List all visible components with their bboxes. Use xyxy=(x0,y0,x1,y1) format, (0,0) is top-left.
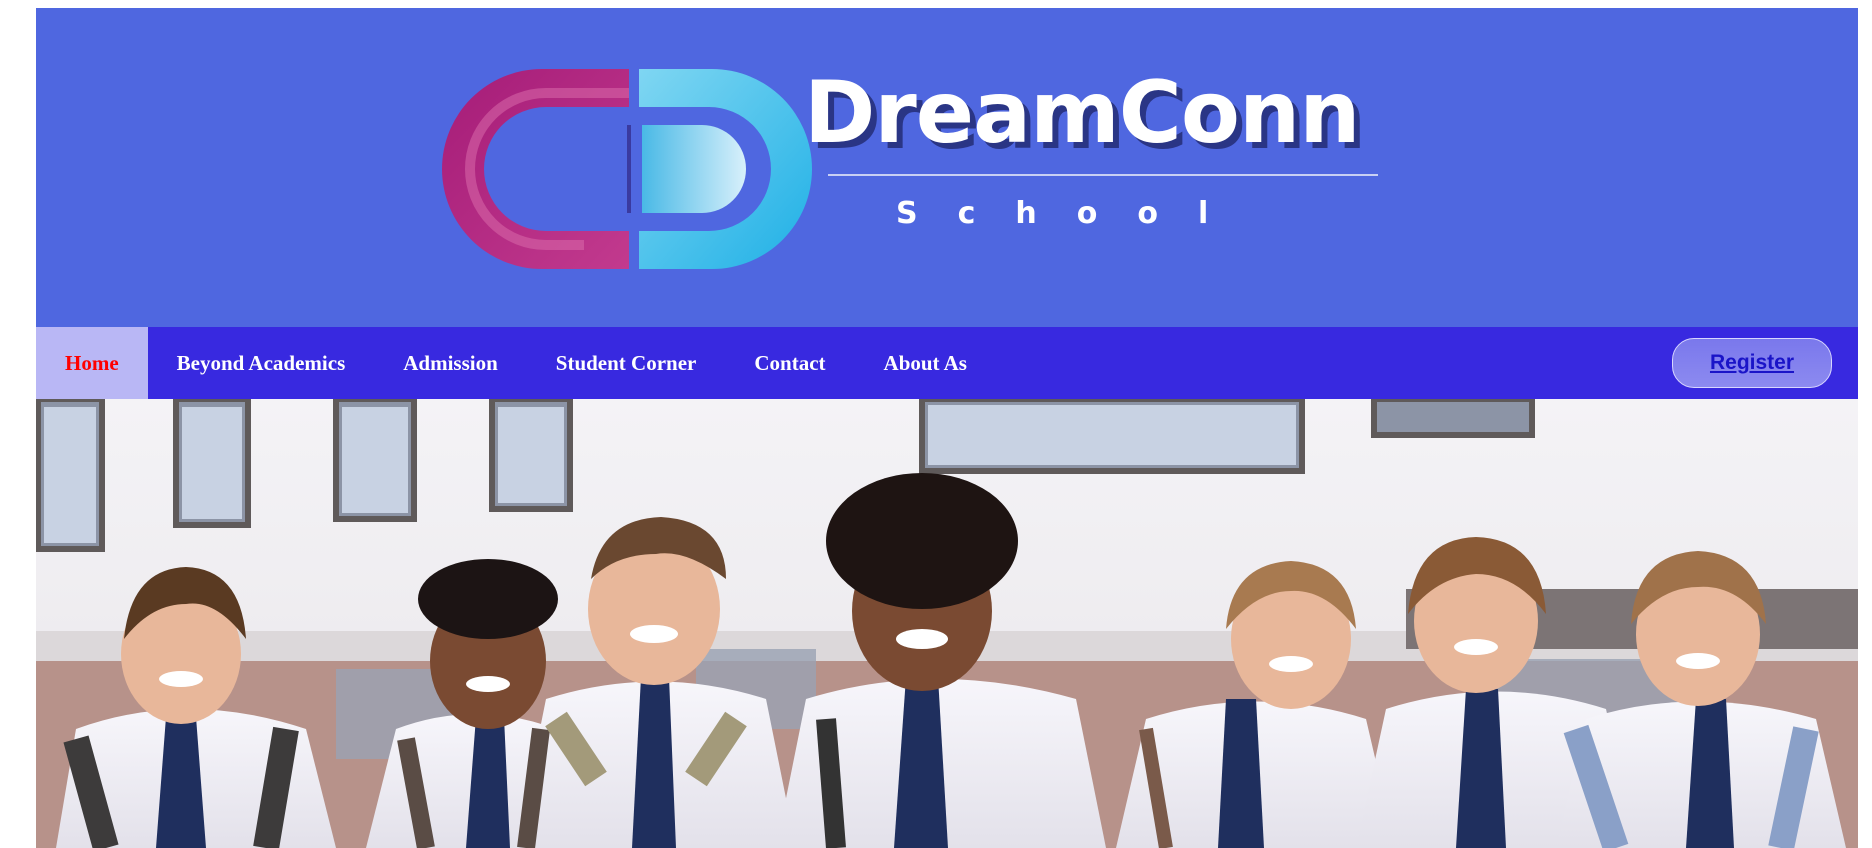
nav-item-admission[interactable]: Admission xyxy=(374,327,527,399)
nav-item-about[interactable]: About As xyxy=(855,327,996,399)
nav-item-home[interactable]: Home xyxy=(36,327,148,399)
dreamconn-logo-icon[interactable] xyxy=(434,65,818,269)
brand-divider xyxy=(828,174,1378,176)
brand-name: DreamConn xyxy=(804,63,1360,163)
nav-item-beyond-academics[interactable]: Beyond Academics xyxy=(148,327,375,399)
header-banner: DreamConn School xyxy=(36,8,1858,327)
main-nav: Home Beyond Academics Admission Student … xyxy=(36,327,1858,399)
page: DreamConn School Home Beyond Academics A… xyxy=(36,8,1858,848)
nav-item-student-corner[interactable]: Student Corner xyxy=(527,327,726,399)
brand-subtitle: School xyxy=(896,196,1249,231)
hero-image xyxy=(36,399,1858,848)
nav-list: Home Beyond Academics Admission Student … xyxy=(36,327,996,399)
register-button[interactable]: Register xyxy=(1672,338,1832,388)
hero-photo-school-children xyxy=(36,399,1858,848)
nav-item-contact[interactable]: Contact xyxy=(725,327,854,399)
